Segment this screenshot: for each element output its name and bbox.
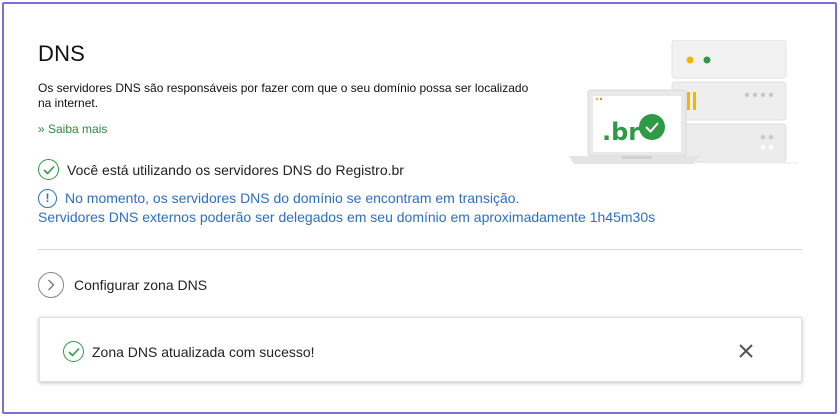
transition-notice-line2: Servidores DNS externos poderão ser dele… <box>38 209 656 225</box>
exclamation-icon: ! <box>38 189 57 208</box>
dns-status-text: Você está utilizando os servidores DNS d… <box>67 161 404 178</box>
configure-dns-zone[interactable]: Configurar zona DNS <box>38 272 207 298</box>
learn-more-link[interactable]: » Saiba mais <box>38 122 107 136</box>
configure-dns-zone-label: Configurar zona DNS <box>74 277 208 293</box>
check-circle-icon <box>38 159 59 180</box>
laptop-brand-text: .br <box>602 118 640 146</box>
divider <box>38 249 802 250</box>
transition-notice: ! No momento, os servidores DNS do domín… <box>38 189 655 227</box>
chevron-right-icon <box>38 272 64 298</box>
page-title: DNS <box>38 41 86 66</box>
dns-panel: DNS Os servidores DNS são responsáveis p… <box>2 2 837 414</box>
transition-notice-line1: No momento, os servidores DNS do domínio… <box>65 190 520 206</box>
dns-servers-illustration: .br <box>569 40 798 164</box>
check-circle-icon <box>63 341 84 362</box>
success-toast: Zona DNS atualizada com sucesso! <box>39 317 802 382</box>
toast-message: Zona DNS atualizada com sucesso! <box>92 343 315 360</box>
close-icon[interactable] <box>737 342 755 360</box>
page-description: Os servidores DNS são responsáveis por f… <box>38 81 529 110</box>
dns-status: Você está utilizando os servidores DNS d… <box>38 159 404 180</box>
